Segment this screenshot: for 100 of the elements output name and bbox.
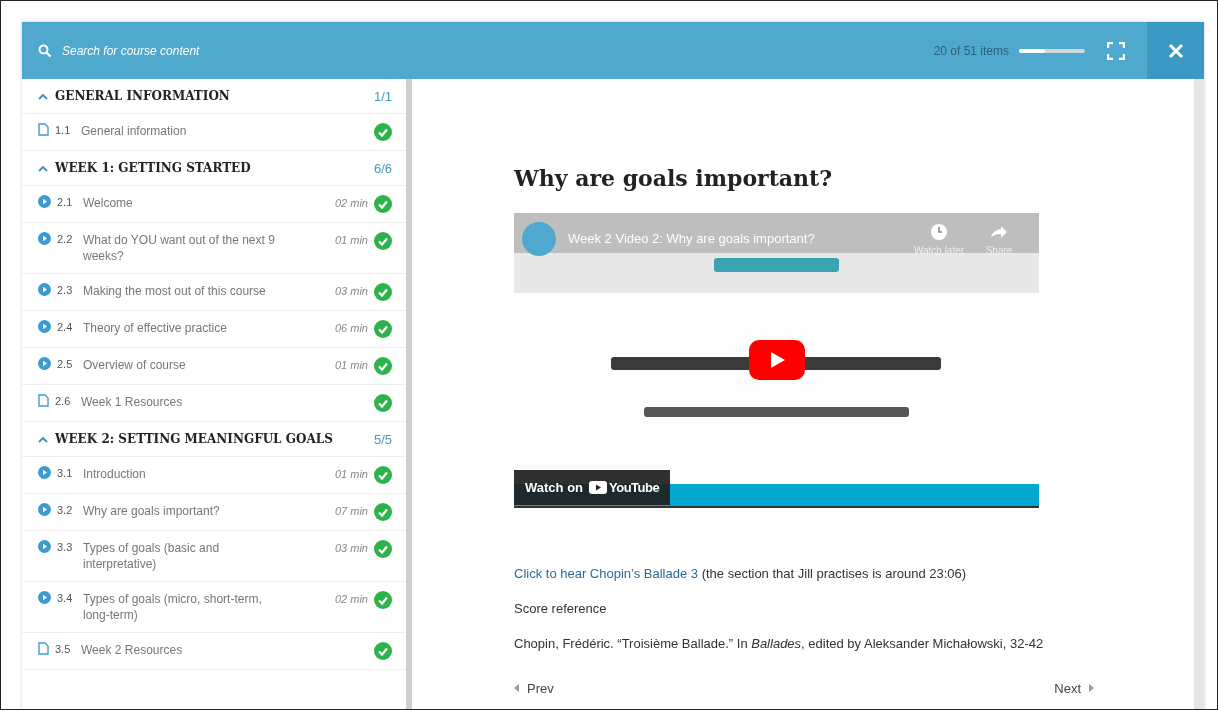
next-button[interactable]: Next xyxy=(1054,680,1094,696)
lesson-number: 2.4 xyxy=(57,320,74,333)
page-title: Why are goals important? xyxy=(514,165,834,191)
lesson-number: 3.1 xyxy=(57,466,74,479)
close-icon xyxy=(1167,42,1184,59)
lesson-title: Types of goals (micro, short-term, long-term) xyxy=(83,591,263,623)
lesson-item[interactable]: 2.6 Week 1 Resources xyxy=(22,385,406,422)
lesson-duration: 01 min xyxy=(334,467,368,480)
lesson-number: 3.3 xyxy=(57,540,74,553)
lesson-title: Week 1 Resources xyxy=(81,394,184,410)
lesson-title: Overview of course xyxy=(83,357,187,373)
check-icon xyxy=(374,503,392,521)
caret-left-icon xyxy=(514,684,519,692)
check-icon xyxy=(374,540,392,558)
lesson-number: 3.4 xyxy=(57,591,74,604)
lesson-duration: 01 min xyxy=(334,358,368,371)
share-icon xyxy=(990,223,1008,241)
lesson-title: Types of goals (basic and interpretative) xyxy=(83,540,221,572)
lesson-number: 2.3 xyxy=(57,283,74,296)
lesson-item[interactable]: 3.4 Types of goals (micro, short-term, long-term) 02 min xyxy=(22,582,406,633)
play-icon xyxy=(38,591,51,604)
search-icon xyxy=(38,43,52,58)
search-field[interactable]: Search for course content xyxy=(60,42,364,59)
section-count: 5/5 xyxy=(373,431,392,447)
play-icon xyxy=(38,320,51,333)
lesson-item[interactable]: 2.2 What do YOU want out of the next 9 weeks? 01 min xyxy=(22,223,406,274)
play-button[interactable] xyxy=(749,340,805,380)
document-icon xyxy=(38,394,49,407)
audio-link[interactable]: Click to hear Chopin’s Ballade 3 xyxy=(514,566,699,581)
lesson-title: Making the most out of this course xyxy=(83,283,267,299)
paragraph: Chopin, Frédéric. “Troisième Ballade.” In Ballades, edited by Aleksander Michałowski, 32-42 xyxy=(514,636,1045,651)
play-icon xyxy=(38,195,51,208)
lesson-item[interactable]: 2.1 Welcome 02 min xyxy=(22,186,406,223)
lesson-number: 2.1 xyxy=(57,195,74,208)
watch-on-youtube-button[interactable]: Watch on YouTube xyxy=(514,470,671,505)
lesson-duration: 06 min xyxy=(334,321,368,334)
lesson-title: Introduction xyxy=(83,466,147,482)
lesson-duration: 02 min xyxy=(334,592,368,605)
lesson-item[interactable]: 3.1 Introduction 01 min xyxy=(22,457,406,494)
lesson-number: 1.1 xyxy=(55,123,72,136)
lesson-duration: 01 min xyxy=(334,233,368,246)
lesson-number: 3.2 xyxy=(57,503,74,516)
lesson-title: Why are goals important? xyxy=(83,503,221,519)
lesson-item[interactable]: 2.3 Making the most out of this course 03 min xyxy=(22,274,406,311)
section-header[interactable]: WEEK 2: SETTING MEANINGFUL GOALS 5/5 xyxy=(22,422,406,457)
paragraph: Click to hear Chopin’s Ballade 3 (the section that Jill practises is around 23:06) xyxy=(514,566,968,581)
check-icon xyxy=(374,320,392,338)
play-icon xyxy=(38,503,51,516)
chevron-icon xyxy=(38,435,48,443)
lesson-item[interactable]: 3.3 Types of goals (basic and interpretative) 03 min xyxy=(22,531,406,582)
check-icon xyxy=(374,283,392,301)
close-button[interactable] xyxy=(1147,22,1204,79)
lesson-number: 2.6 xyxy=(55,394,72,407)
check-icon xyxy=(374,394,392,412)
lesson-title: Welcome xyxy=(83,195,134,211)
play-icon xyxy=(38,283,51,296)
progress-text: 20 of 51 items xyxy=(933,43,1009,58)
lesson-item[interactable]: 3.5 Week 2 Resources xyxy=(22,633,406,670)
document-icon xyxy=(38,642,49,655)
check-icon xyxy=(374,642,392,660)
fullscreen-icon xyxy=(1107,41,1125,60)
check-icon xyxy=(374,466,392,484)
check-icon xyxy=(374,591,392,609)
play-icon xyxy=(38,466,51,479)
lesson-title: What do YOU want out of the next 9 weeks? xyxy=(83,232,276,264)
lesson-title: General information xyxy=(81,123,188,139)
lesson-duration: 03 min xyxy=(334,541,368,554)
caret-right-icon xyxy=(1089,684,1094,692)
check-icon xyxy=(374,195,392,213)
lesson-title: Theory of effective practice xyxy=(83,320,228,336)
lesson-number: 3.5 xyxy=(55,642,72,655)
lesson-number: 2.2 xyxy=(57,232,74,245)
lesson-number: 2.5 xyxy=(57,357,74,370)
check-icon xyxy=(374,357,392,375)
check-icon xyxy=(374,123,392,141)
paragraph: Score reference xyxy=(514,601,608,616)
play-icon xyxy=(38,232,51,245)
section-header[interactable]: WEEK 1: GETTING STARTED 6/6 xyxy=(22,151,406,186)
lesson-item[interactable]: 2.5 Overview of course 01 min xyxy=(22,348,406,385)
youtube-logo xyxy=(589,481,607,494)
lesson-title: Week 2 Resources xyxy=(81,642,184,658)
section-count: 1/1 xyxy=(373,88,392,104)
lesson-item[interactable]: 3.2 Why are goals important? 07 min xyxy=(22,494,406,531)
clock-icon xyxy=(930,223,948,241)
chevron-icon xyxy=(38,92,48,100)
section-count: 6/6 xyxy=(373,160,392,176)
prev-button[interactable]: Prev xyxy=(514,680,554,696)
lesson-item[interactable]: 1.1 General information xyxy=(22,114,406,151)
play-icon xyxy=(38,540,51,553)
lesson-duration: 07 min xyxy=(334,504,368,517)
lesson-duration: 02 min xyxy=(334,196,368,209)
play-icon xyxy=(38,357,51,370)
lesson-duration: 03 min xyxy=(334,284,368,297)
chevron-icon xyxy=(38,164,48,172)
video-title: Week 2 Video 2: Why are goals important? xyxy=(568,231,816,246)
document-icon xyxy=(38,123,49,136)
fullscreen-button[interactable] xyxy=(1107,41,1125,60)
check-icon xyxy=(374,232,392,250)
lesson-item[interactable]: 2.4 Theory of effective practice 06 min xyxy=(22,311,406,348)
section-header[interactable]: GENERAL INFORMATION 1/1 xyxy=(22,79,406,114)
